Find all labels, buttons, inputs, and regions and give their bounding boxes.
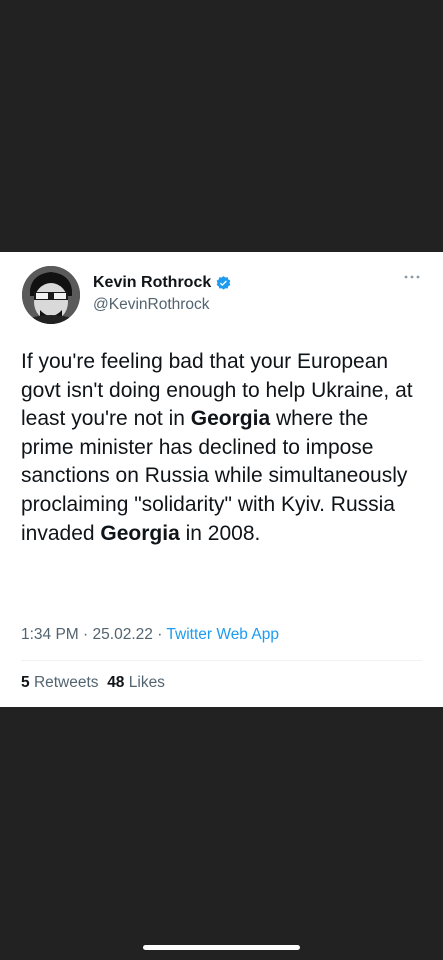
tweet-card[interactable]: Kevin Rothrock @KevinRothrock If you're … [0,252,443,707]
author-display-name[interactable]: Kevin Rothrock [93,274,211,292]
divider [21,660,422,661]
tweet-source-app[interactable]: Twitter Web App [166,626,279,643]
avatar[interactable] [22,266,80,324]
tweet-text-bold: Georgia [190,407,271,431]
tweet-stats: 5 Retweets 48 Likes [21,674,165,692]
author-name-row[interactable]: Kevin Rothrock [93,274,232,292]
retweets-stat[interactable]: 5 Retweets [21,674,99,691]
more-options-icon[interactable] [403,274,421,280]
top-dark-area [0,0,443,252]
retweets-count: 5 [21,674,30,691]
meta-separator: · [157,626,163,643]
tweet-date[interactable]: 25.02.22 [93,626,153,643]
tweet-text-part: in 2008. [179,521,261,545]
tweet-text: If you're feeling bad that your European… [21,348,426,548]
tweet-text-bold: Georgia [100,521,180,545]
likes-count: 48 [107,674,125,691]
home-indicator[interactable] [143,945,300,950]
verified-badge-icon [216,275,231,290]
author-handle[interactable]: @KevinRothrock [93,296,210,314]
bottom-dark-area [0,707,443,960]
likes-label: Likes [128,674,165,691]
tweet-time[interactable]: 1:34 PM [21,626,79,643]
meta-separator: · [83,626,89,643]
likes-stat[interactable]: 48 Likes [107,674,165,691]
tweet-meta: 1:34 PM · 25.02.22 · Twitter Web App [21,626,279,644]
retweets-label: Retweets [33,674,99,691]
